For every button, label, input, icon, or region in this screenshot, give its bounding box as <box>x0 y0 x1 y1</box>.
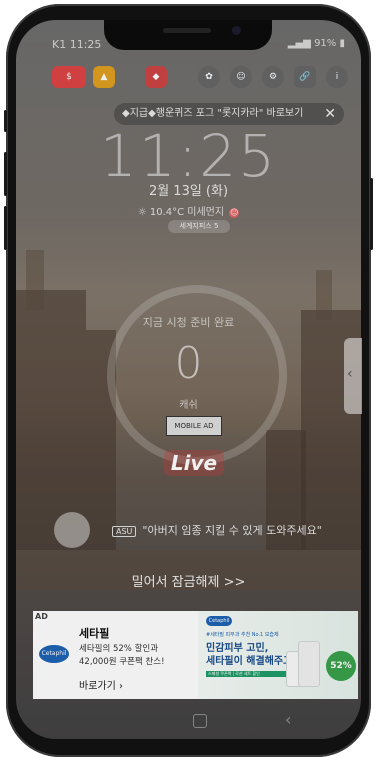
cash-icon: $ <box>66 72 72 82</box>
mini-brand-logo: Cetaphil <box>206 616 232 626</box>
notch <box>104 20 272 50</box>
ad-desc-line1: 세타필의 52% 할인과 <box>79 644 159 654</box>
banner-headline-1: 민감피부 고민, <box>206 643 269 654</box>
battery-icon: ▮ <box>339 38 345 49</box>
ad-banner[interactable]: AD Cetaphil 세타필 세타필의 52% 할인과 42,000원 쿠폰팩… <box>33 611 358 699</box>
discount-badge: 52% <box>326 651 356 681</box>
app-icon-glyph: ◆ <box>152 72 160 82</box>
home-button[interactable] <box>193 714 207 728</box>
hint-text: "아버지 임종 지킬 수 있게 도와주세요" <box>142 524 322 537</box>
live-badge[interactable]: MOBILE AD <box>166 416 222 436</box>
hint-banner[interactable]: ASU "아버지 임종 지킬 수 있게 도와주세요" <box>112 522 322 538</box>
app-icon-gear[interactable]: ⚙ <box>262 66 284 88</box>
gear-icon: ⚙ <box>268 72 278 82</box>
weather-text: 10.4°C 미세먼지 <box>149 207 225 218</box>
banner-bar: 스페셜 쿠폰팩 | 로션 세트 할인 <box>206 671 286 677</box>
ad-cta-link[interactable]: 바로가기 › <box>79 677 123 692</box>
signal-icon: ▂▄▆ <box>287 38 311 49</box>
speaker <box>163 28 211 33</box>
weather-pill: 세계지피스 5 <box>168 220 230 233</box>
banner-headline-2: 세타필이 해결해주고 <box>206 656 293 667</box>
ad-image[interactable]: Cetaphil #세타필 피부과 추천 No.1 보습제 민감피부 고민, 세… <box>198 611 358 699</box>
chevron-left-icon: ‹ <box>347 366 353 382</box>
dust-icon: 😐 <box>229 208 240 218</box>
app-icon-link[interactable]: 🔗 <box>294 66 316 88</box>
front-camera <box>232 26 241 35</box>
app-icon-red[interactable]: ◆ <box>145 66 167 88</box>
ad-tag: AD <box>33 611 50 622</box>
triangle-icon: ▲ <box>100 72 108 82</box>
status-time: K1 11:25 <box>52 38 102 51</box>
back-icon[interactable]: ‹ <box>285 710 291 729</box>
ring-title: 지금 시청 준비 완료 <box>142 316 235 329</box>
banner-small-text: #세타필 피부과 추천 No.1 보습제 <box>206 632 279 638</box>
hint-thumbnail[interactable] <box>54 512 90 548</box>
swirl-icon: ✿ <box>205 72 213 82</box>
ticker-text: ◆지급◆행운퀴즈 포그 "롯지카라" 바로보기 <box>122 108 304 119</box>
face-icon: ☺ <box>236 72 246 82</box>
app-icon-swirl[interactable]: ✿ <box>198 66 220 88</box>
app-icon-info[interactable]: i <box>326 66 348 88</box>
slide-to-unlock[interactable]: 밀어서 잠금해제 >> <box>0 571 377 590</box>
cash-counter: 0 <box>174 338 203 389</box>
side-panel-handle[interactable]: ‹ <box>344 338 362 414</box>
brand-logo: Cetaphil <box>39 645 69 663</box>
app-icon-triangle[interactable]: ▲ <box>93 66 115 88</box>
info-icon: i <box>335 72 339 82</box>
battery-status: ▂▄▆ 91% ▮ <box>288 38 345 49</box>
lock-date: 2월 13일 (화) <box>148 184 229 199</box>
weather-icon: ☼ <box>137 207 147 218</box>
ad-description: 세타필의 52% 할인과 42,000원 쿠폰팩 찬스! <box>79 643 199 669</box>
link-icon: 🔗 <box>299 72 311 82</box>
hint-tag: ASU <box>112 526 137 537</box>
ad-title: 세타필 <box>79 627 110 640</box>
app-icon-cashgift[interactable]: $ <box>52 66 86 88</box>
product-bottle <box>298 641 320 687</box>
ad-desc-line2: 42,000원 쿠폰팩 찬스! <box>79 657 165 667</box>
banner-headline: 민감피부 고민, 세타필이 해결해주고 <box>206 642 292 668</box>
ring-subtitle: 캐쉬 <box>179 400 198 411</box>
battery-percent: 91% <box>314 38 337 49</box>
weather-info: ☼ 10.4°C 미세먼지 😐 <box>0 203 377 218</box>
app-icon-face[interactable]: ☺ <box>230 66 252 88</box>
live-button[interactable]: Live <box>164 450 224 476</box>
